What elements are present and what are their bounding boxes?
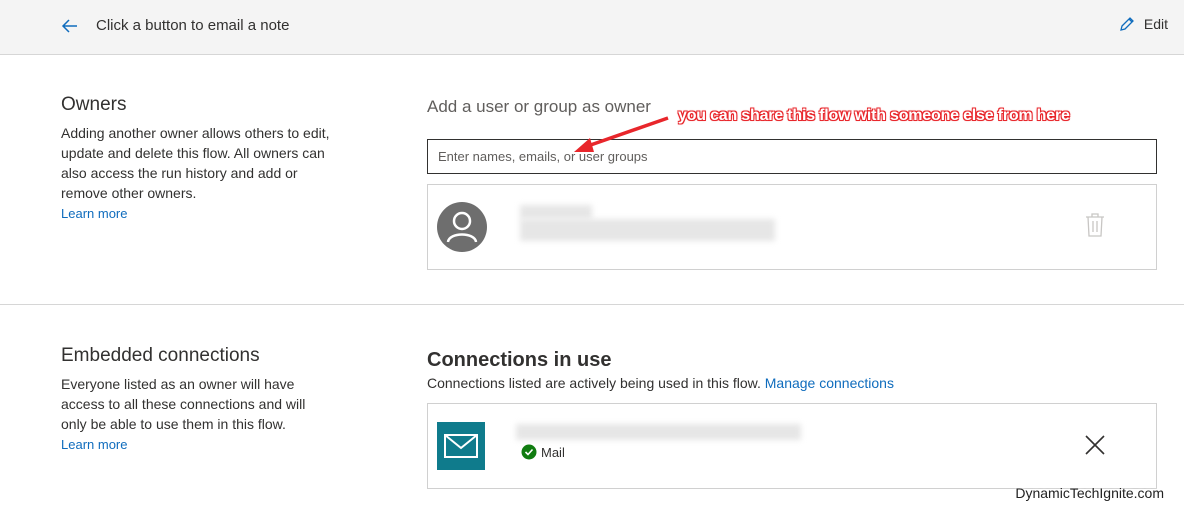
owner-card: [427, 184, 1157, 270]
connection-name-redacted: [516, 424, 801, 440]
connections-description-text: Connections listed are actively being us…: [427, 375, 761, 391]
connection-service-label: Mail: [541, 444, 565, 460]
check-circle-icon: [521, 444, 537, 460]
owner-search-input[interactable]: [427, 139, 1157, 174]
annotation-text: you can share this flow with someone els…: [678, 107, 1070, 124]
embedded-description: Everyone listed as an owner will have ac…: [61, 374, 331, 455]
connection-status: Mail: [521, 444, 565, 460]
owners-description-text: Adding another owner allows others to ed…: [61, 125, 330, 201]
edit-button[interactable]: Edit: [1118, 15, 1168, 33]
delete-owner-icon[interactable]: [1084, 212, 1106, 238]
annotation-arrow-icon: [574, 116, 669, 152]
owners-learn-more-link[interactable]: Learn more: [61, 206, 127, 221]
connections-description: Connections listed are actively being us…: [427, 375, 894, 391]
connection-card: Mail: [427, 403, 1157, 489]
embedded-learn-more-link[interactable]: Learn more: [61, 437, 127, 452]
owners-title: Owners: [61, 94, 127, 115]
mail-icon: [437, 422, 485, 470]
flow-title: Click a button to email a note: [96, 17, 290, 34]
remove-connection-icon[interactable]: [1084, 434, 1106, 456]
watermark: DynamicTechIgnite.com: [1015, 485, 1164, 501]
edit-label: Edit: [1143, 16, 1168, 32]
owner-email-redacted: [520, 219, 775, 241]
manage-connections-link[interactable]: Manage connections: [765, 375, 894, 391]
owner-name-redacted: [520, 205, 592, 219]
connections-title: Connections in use: [427, 349, 612, 371]
user-avatar-icon: [437, 202, 487, 252]
embedded-description-text: Everyone listed as an owner will have ac…: [61, 376, 306, 432]
embedded-title: Embedded connections: [61, 345, 260, 366]
back-arrow-icon[interactable]: [58, 14, 82, 38]
top-bar: Click a button to email a note Edit: [0, 0, 1184, 55]
pencil-icon: [1119, 17, 1134, 31]
owners-description: Adding another owner allows others to ed…: [61, 123, 331, 224]
section-divider: [0, 304, 1184, 305]
